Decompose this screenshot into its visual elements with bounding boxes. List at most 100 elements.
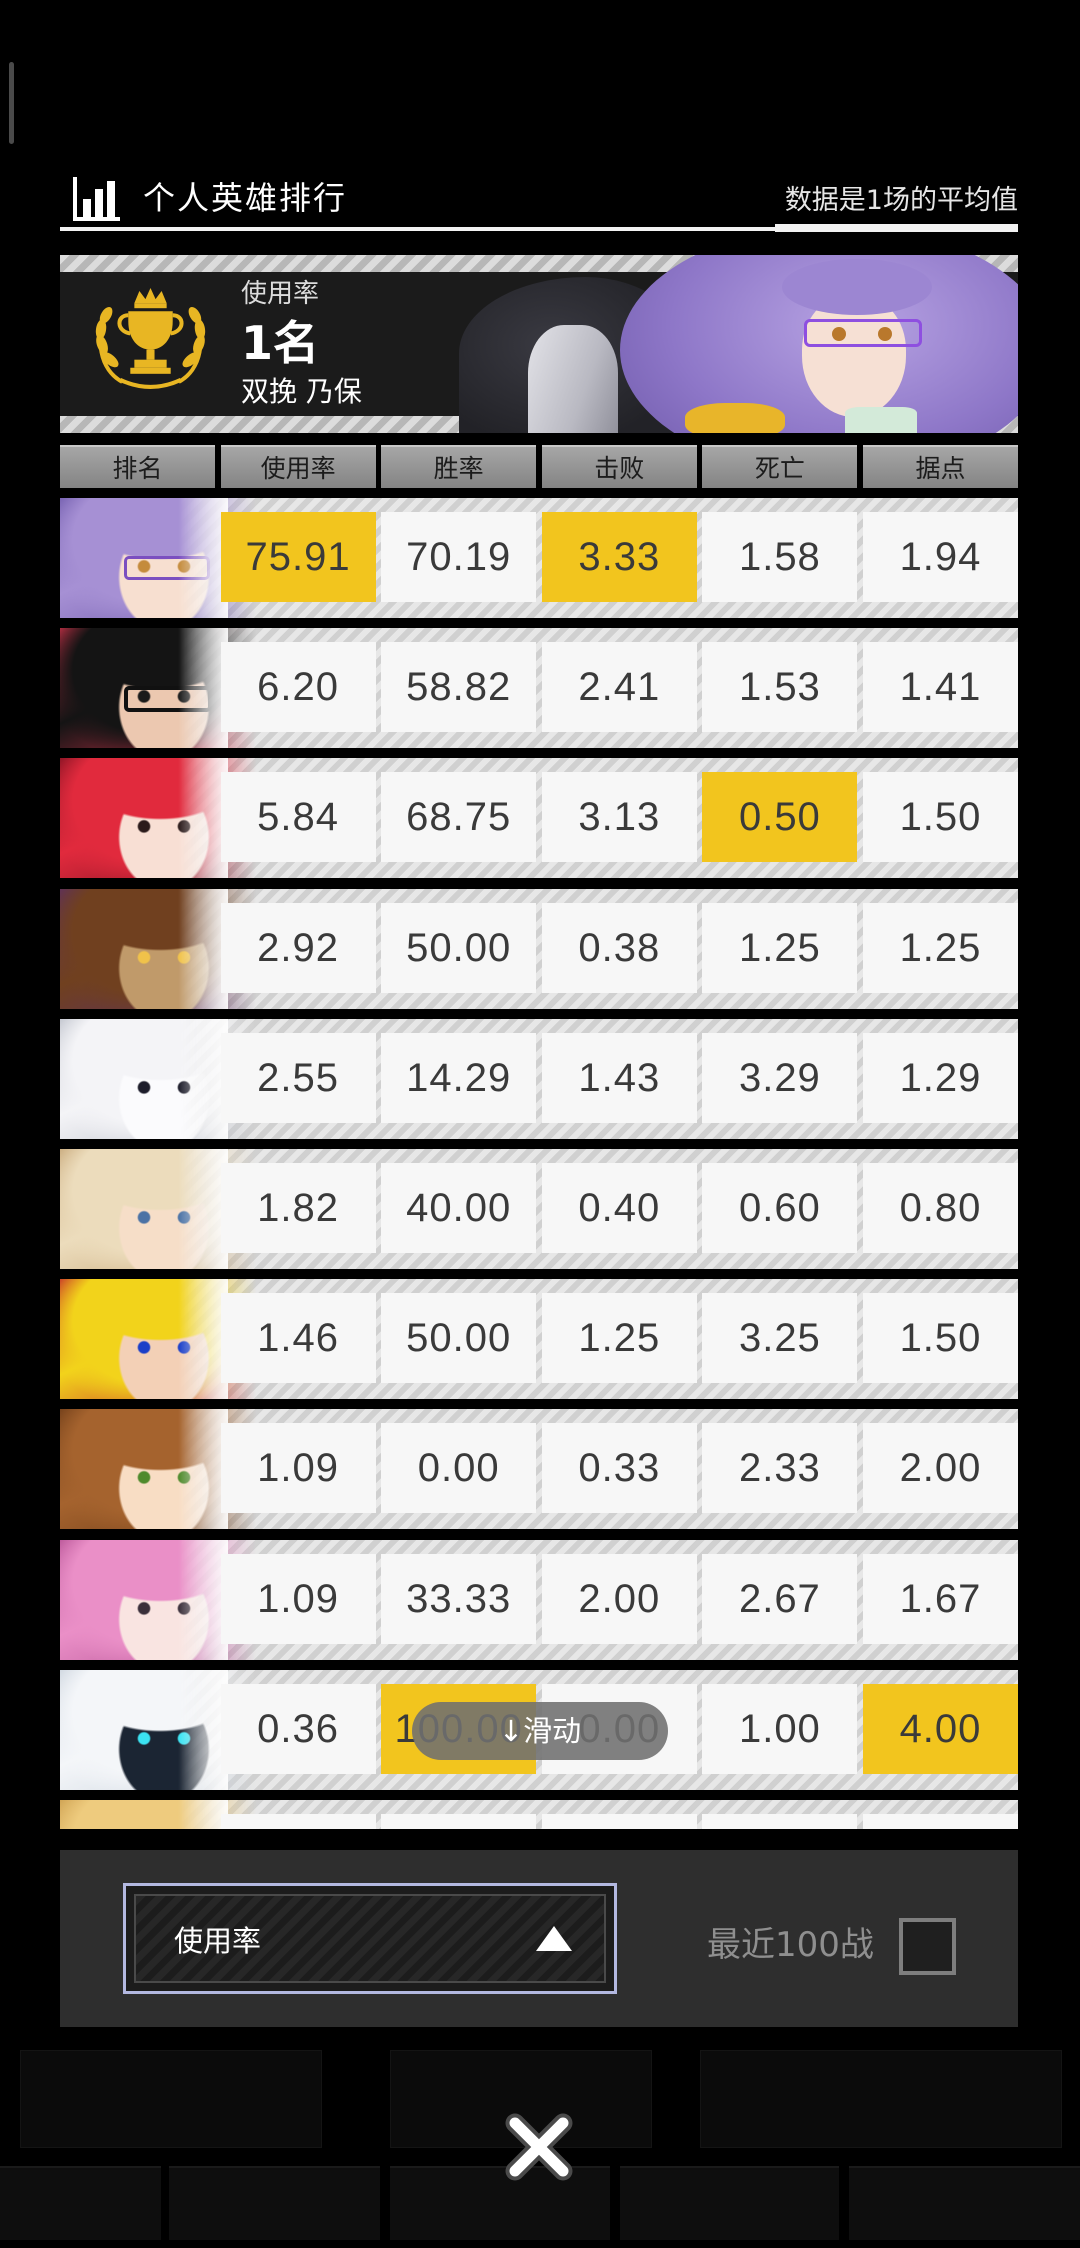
- column-header-rank: 排名: [60, 445, 215, 488]
- scroll-indicator: [9, 62, 14, 144]
- stat-cell-usage: 2.55: [220, 1032, 376, 1123]
- stat-cell-deaths: 1.00: [702, 1683, 858, 1774]
- banner-hero-name: 双挽 乃保: [241, 375, 362, 408]
- hero-art-cloth: [528, 325, 618, 433]
- stat-cell-winrate: 40.00: [381, 1163, 537, 1253]
- swipe-hint: ↓滑动: [412, 1702, 668, 1760]
- close-icon[interactable]: [499, 2107, 579, 2187]
- stat-cell-winrate: 50.00: [381, 1293, 537, 1384]
- stat-cell-winrate: 70.19: [381, 512, 537, 602]
- stat-cell-kills: 0.38: [541, 902, 697, 993]
- filter-panel: 使用率 最近100战: [60, 1850, 1018, 2027]
- sort-stat-select[interactable]: 使用率: [123, 1883, 617, 1994]
- banner-stat-label: 使用率: [241, 279, 320, 309]
- stat-cell-deaths: 3.29: [702, 1032, 858, 1123]
- stat-cell-points: [863, 1814, 1018, 1829]
- stat-cell-winrate: 68.75: [381, 772, 537, 863]
- stat-cell-winrate: [381, 1814, 537, 1829]
- stat-cell-usage: 1.82: [220, 1163, 376, 1253]
- background-nav-tab: [0, 2166, 161, 2240]
- table-row: 1.09 0.00 0.33 2.33 2.00: [60, 1409, 1018, 1530]
- table-header: 排名 使用率 胜率 击败 死亡 据点: [60, 445, 1018, 488]
- table-row: 75.91 70.19 3.33 1.58 1.94: [60, 498, 1018, 618]
- bar-chart-icon: [72, 175, 122, 222]
- stat-cell-usage: 2.92: [220, 902, 376, 993]
- stat-cell-points: 1.41: [863, 642, 1018, 733]
- stat-cell-deaths: 0.50: [702, 772, 858, 863]
- stat-cell-points: 1.94: [863, 512, 1018, 602]
- stat-cell-deaths: 2.67: [702, 1553, 858, 1644]
- stat-cell-kills: 0.33: [541, 1423, 697, 1514]
- stat-cell-points: 2.00: [863, 1423, 1018, 1514]
- stat-cell-kills: 2.00: [541, 1553, 697, 1644]
- stat-cell-usage: [220, 1814, 376, 1829]
- stat-cell-kills: [541, 1814, 697, 1829]
- table-row: 1.82 40.00 0.40 0.60 0.80: [60, 1149, 1018, 1269]
- stat-cell-points: 1.29: [863, 1032, 1018, 1123]
- table-row: [60, 1800, 1018, 1829]
- background-nav-tab: [169, 2166, 380, 2240]
- table-row: 6.20 58.82 2.41 1.53 1.41: [60, 628, 1018, 749]
- stat-cell-usage: 1.09: [220, 1553, 376, 1644]
- stat-cell-kills: 3.33: [541, 512, 697, 602]
- column-header-winrate: 胜率: [381, 445, 537, 488]
- background-menu-block: [700, 2050, 1062, 2148]
- header-divider-accent: [775, 224, 1018, 232]
- hero-art-ribbon: [685, 403, 785, 433]
- top-hero-banner: 使用率 1名 双挽 乃保: [60, 255, 1018, 433]
- stat-cell-kills: 0.40: [541, 1163, 697, 1253]
- table-row: 2.92 50.00 0.38 1.25 1.25: [60, 888, 1018, 1009]
- stat-cell-usage: 75.91: [220, 512, 376, 602]
- stat-cell-kills: 1.25: [541, 1293, 697, 1384]
- page-title: 个人英雄排行: [143, 179, 348, 217]
- column-header-deaths: 死亡: [702, 445, 858, 488]
- stat-cell-points: 4.00: [863, 1683, 1018, 1774]
- background-menu-block: [20, 2050, 322, 2148]
- stat-cell-points: 1.25: [863, 902, 1018, 993]
- hero-art-collar: [845, 407, 917, 433]
- select-inner: 使用率: [134, 1894, 606, 1983]
- ranking-list[interactable]: 75.91 70.19 3.33 1.58 1.94 6.20 58.82 2.41 1.53 1…: [60, 498, 1018, 1829]
- stat-cell-kills: 3.13: [541, 772, 697, 863]
- stat-cell-kills: 1.43: [541, 1032, 697, 1123]
- hero-art-glasses: [804, 319, 922, 347]
- stat-cell-usage: 1.09: [220, 1423, 376, 1514]
- stat-cell-usage: 0.36: [220, 1683, 376, 1774]
- background-nav-tab: [849, 2166, 1080, 2240]
- stat-cell-points: 1.67: [863, 1553, 1018, 1644]
- table-row: 1.46 50.00 1.25 3.25 1.50: [60, 1279, 1018, 1400]
- average-note: 数据是1场的平均值: [784, 185, 1018, 216]
- recent-100-checkbox[interactable]: [899, 1918, 956, 1975]
- recent-100-label: 最近100战: [707, 1925, 874, 1965]
- column-header-usage: 使用率: [220, 445, 376, 488]
- stat-cell-winrate: 50.00: [381, 902, 537, 993]
- stat-cell-points: 1.50: [863, 1293, 1018, 1384]
- stat-cell-usage: 5.84: [220, 772, 376, 863]
- background-nav-tab: [620, 2166, 839, 2240]
- stat-cell-deaths: 1.25: [702, 902, 858, 993]
- stat-cell-winrate: 33.33: [381, 1553, 537, 1644]
- sort-select-value: 使用率: [174, 1923, 262, 1958]
- stat-cell-winrate: 14.29: [381, 1032, 537, 1123]
- stat-cell-points: 1.50: [863, 772, 1018, 863]
- column-header-kills: 击败: [541, 445, 697, 488]
- hero-art-bangs: [782, 259, 932, 315]
- stat-cell-usage: 6.20: [220, 642, 376, 733]
- stat-cell-deaths: 1.53: [702, 642, 858, 733]
- table-row: 2.55 14.29 1.43 3.29 1.29: [60, 1018, 1018, 1139]
- stat-cell-winrate: 0.00: [381, 1423, 537, 1514]
- banner-rank: 1名: [241, 316, 320, 370]
- stat-cell-kills: 2.41: [541, 642, 697, 733]
- stat-cell-deaths: 2.33: [702, 1423, 858, 1514]
- stat-cell-winrate: 58.82: [381, 642, 537, 733]
- column-header-points: 据点: [862, 445, 1018, 488]
- table-row: 5.84 68.75 3.13 0.50 1.50: [60, 758, 1018, 879]
- table-row: 1.09 33.33 2.00 2.67 1.67: [60, 1539, 1018, 1660]
- triangle-up-icon: [536, 1926, 572, 1951]
- stat-cell-deaths: 1.58: [702, 512, 858, 602]
- stat-cell-deaths: [702, 1814, 858, 1829]
- stat-cell-usage: 1.46: [220, 1293, 376, 1384]
- stat-cell-deaths: 3.25: [702, 1293, 858, 1384]
- stat-cell-deaths: 0.60: [702, 1163, 858, 1253]
- trophy-icon: [89, 287, 212, 394]
